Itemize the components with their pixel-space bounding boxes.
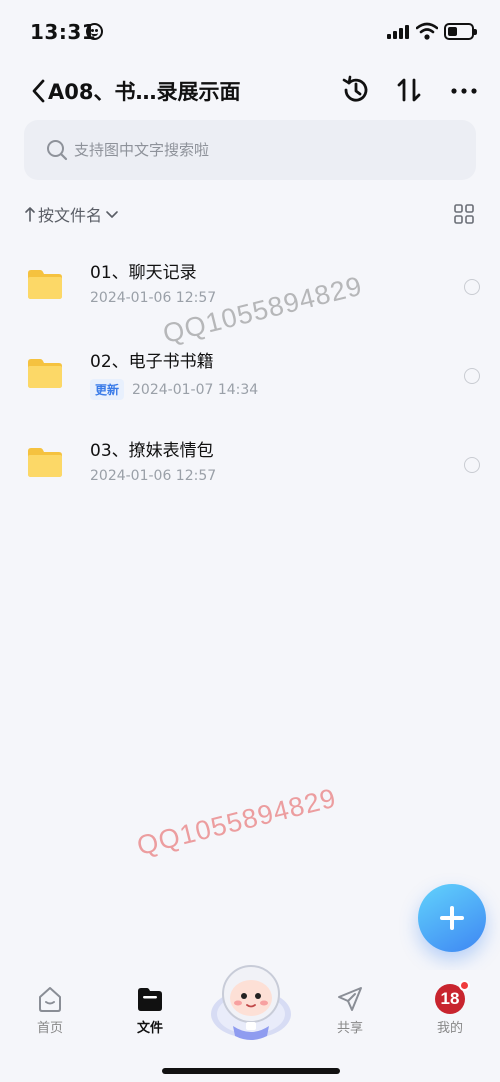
tab-profile[interactable]: 18 我的	[420, 980, 480, 1036]
watermark-text: QQ1055894829	[134, 782, 340, 862]
file-name: 03、撩妹表情包	[90, 441, 214, 461]
select-radio[interactable]	[464, 368, 480, 384]
folder-icon	[28, 448, 62, 477]
file-meta: 更新 2024-01-07 14:34	[90, 379, 258, 400]
search-icon	[47, 140, 68, 161]
notification-dot	[459, 980, 470, 991]
tab-bar: 首页 文件 共享 18 我的	[0, 965, 500, 1082]
chevron-down-icon	[106, 211, 118, 218]
home-icon	[39, 987, 61, 1012]
file-row[interactable]: 02、电子书书籍 更新 2024-01-07 14:34	[0, 335, 500, 423]
update-badge: 更新	[90, 379, 125, 400]
file-name: 01、聊天记录	[90, 263, 197, 283]
tab-label: 我的	[436, 1021, 463, 1036]
tab-label: 文件	[136, 1021, 163, 1036]
sort-button[interactable]: 按文件名	[24, 202, 120, 226]
file-name: 02、电子书书籍	[90, 352, 214, 372]
more-icon[interactable]	[448, 74, 480, 106]
file-date: 2024-01-06 12:57	[90, 290, 217, 306]
file-date: 2024-01-07 14:34	[132, 381, 259, 398]
tab-label: 首页	[36, 1021, 63, 1036]
search-bar[interactable]	[24, 120, 476, 180]
folder-icon	[28, 359, 62, 388]
file-row[interactable]: 01、聊天记录 2024-01-06 12:57	[0, 246, 500, 334]
file-meta: 2024-01-06 12:57	[90, 290, 216, 306]
file-row[interactable]: 03、撩妹表情包 2024-01-06 12:57	[0, 424, 500, 512]
sort-bar: 按文件名	[0, 196, 500, 230]
home-indicator	[162, 1068, 340, 1074]
assistant-mascot[interactable]	[205, 956, 297, 1048]
tab-files[interactable]: 文件	[120, 984, 180, 1036]
history-icon[interactable]	[340, 74, 372, 106]
page-title: A08、书…录展示面	[48, 80, 241, 104]
tab-share[interactable]: 共享	[320, 984, 380, 1036]
avatar: 18	[435, 980, 470, 1014]
search-input[interactable]	[74, 134, 454, 166]
select-radio[interactable]	[464, 279, 480, 295]
folder-icon	[138, 988, 162, 1011]
folder-icon	[28, 270, 62, 299]
signal-icon	[387, 25, 409, 39]
wifi-icon	[416, 22, 438, 40]
battery-icon	[444, 23, 477, 40]
file-date: 2024-01-06 12:57	[90, 468, 217, 484]
send-icon	[338, 987, 362, 1011]
avatar-text: 18	[440, 989, 460, 1008]
select-radio[interactable]	[464, 457, 480, 473]
arrow-up-icon	[25, 207, 35, 222]
tab-label: 共享	[336, 1021, 363, 1036]
nav-bar: A08、书…录展示面	[0, 70, 500, 110]
sort-label: 按文件名	[38, 206, 103, 225]
grid-view-icon[interactable]	[454, 204, 474, 224]
sort-toggle-icon[interactable]	[394, 74, 426, 106]
smile-icon	[86, 23, 103, 40]
add-button[interactable]	[418, 884, 486, 952]
tab-home[interactable]: 首页	[20, 984, 80, 1036]
status-bar: 13:31	[0, 0, 500, 64]
file-meta: 2024-01-06 12:57	[90, 468, 216, 484]
